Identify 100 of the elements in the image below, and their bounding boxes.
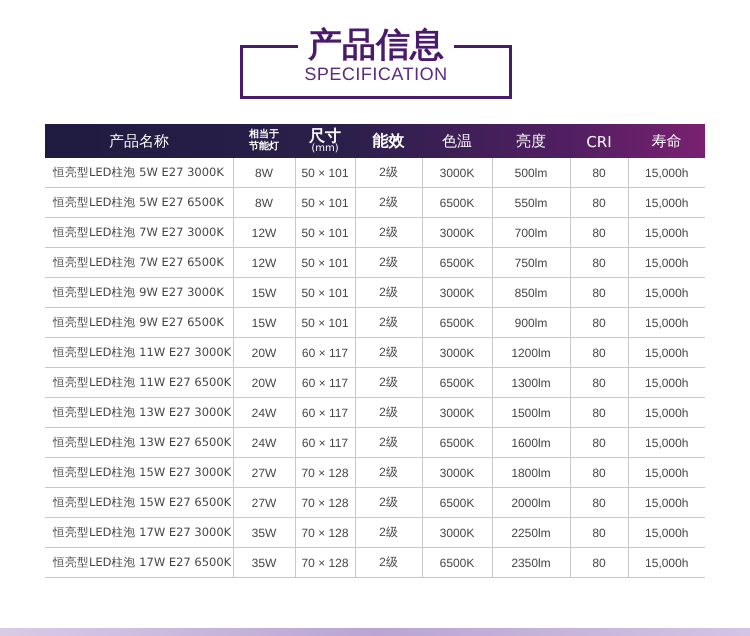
- unit-label: (mm): [311, 144, 339, 154]
- table-cell: 80: [592, 556, 606, 570]
- table-cell: 80: [592, 466, 606, 480]
- table-cell: 2级: [379, 345, 398, 359]
- table-cell: 27W: [252, 496, 276, 510]
- table-cell: 15,000h: [645, 256, 688, 270]
- table-cell: 15,000h: [645, 196, 688, 210]
- table-cell: 恒亮型LED柱泡 11W E27 3000K: [53, 345, 232, 359]
- table-cell: 恒亮型LED柱泡 9W E27 3000K: [53, 285, 224, 299]
- table-cell: 1500lm: [511, 406, 551, 420]
- table-cell: 6500K: [440, 436, 474, 450]
- table-cell: 6500K: [440, 196, 474, 210]
- table-cell: 2级: [379, 375, 398, 389]
- table-cell: 50 × 101: [301, 286, 349, 300]
- column-header: 相当于节能灯: [248, 129, 280, 153]
- table-cell: 15,000h: [645, 166, 688, 180]
- column-header: 能效: [372, 130, 404, 150]
- column-header: 色温: [442, 132, 472, 150]
- table-cell: 850lm: [514, 286, 548, 300]
- table-cell: 2级: [379, 555, 398, 569]
- table-cell: 2级: [379, 255, 398, 269]
- table-cell: 700lm: [514, 226, 548, 240]
- table-cell: 2级: [379, 435, 398, 449]
- table-cell: 8W: [255, 166, 273, 180]
- table-cell: 2350lm: [511, 556, 551, 570]
- table-cell: 80: [592, 526, 606, 540]
- table-cell: 恒亮型LED柱泡 7W E27 6500K: [53, 255, 224, 269]
- table-cell: 24W: [252, 406, 276, 420]
- table-cell: 80: [592, 196, 606, 210]
- table-cell: 恒亮型LED柱泡 5W E27 3000K: [53, 165, 224, 179]
- table-cell: 20W: [252, 376, 276, 390]
- table-cell: 6500K: [440, 316, 474, 330]
- table-cell: 2级: [379, 465, 398, 479]
- table-cell: 80: [592, 286, 606, 300]
- table-cell: 2级: [379, 165, 398, 179]
- table-cell: 50 × 101: [301, 226, 349, 240]
- table-cell: 15,000h: [645, 556, 688, 570]
- table-cell: 2级: [379, 285, 398, 299]
- table-cell: 2000lm: [511, 496, 551, 510]
- table-cell: 80: [592, 316, 606, 330]
- table-cell: 3000K: [440, 226, 474, 240]
- table-cell: 27W: [252, 466, 276, 480]
- table-cell: 2级: [379, 525, 398, 539]
- table-cell: 15W: [252, 316, 276, 330]
- table-cell: 15,000h: [645, 496, 688, 510]
- table-cell: 恒亮型LED柱泡 11W E27 6500K: [53, 375, 232, 389]
- table-cell: 35W: [252, 526, 276, 540]
- table-cell: 3000K: [440, 166, 474, 180]
- table-cell: 恒亮型LED柱泡 17W E27 6500K: [53, 555, 232, 569]
- table-cell: 3000K: [440, 346, 474, 360]
- table-cell: 80: [592, 496, 606, 510]
- table-cell: 15,000h: [645, 226, 688, 240]
- table-cell: 550lm: [514, 196, 548, 210]
- table-cell: 80: [592, 166, 606, 180]
- table-cell: 恒亮型LED柱泡 7W E27 3000K: [53, 225, 224, 239]
- table-cell: 恒亮型LED柱泡 17W E27 3000K: [53, 525, 232, 539]
- table-cell: 15,000h: [645, 376, 688, 390]
- table-cell: 1200lm: [511, 346, 551, 360]
- table-cell: 50 × 101: [301, 316, 349, 330]
- table-cell: 3000K: [440, 466, 474, 480]
- table-cell: 恒亮型LED柱泡 15W E27 3000K: [53, 465, 232, 479]
- table-cell: 恒亮型LED柱泡 9W E27 6500K: [53, 315, 224, 329]
- table-cell: 80: [592, 376, 606, 390]
- table-cell: 15W: [252, 286, 276, 300]
- table-cell: 2级: [379, 225, 398, 239]
- table-cell: 2250lm: [511, 526, 551, 540]
- table-cell: 500lm: [514, 166, 548, 180]
- table-cell: 15,000h: [645, 286, 688, 300]
- table-cell: 15,000h: [645, 346, 688, 360]
- table-cell: 80: [592, 256, 606, 270]
- table-cell: 恒亮型LED柱泡 13W E27 3000K: [53, 405, 232, 419]
- table-cell: 50 × 101: [301, 256, 349, 270]
- table-cell: 恒亮型LED柱泡 5W E27 6500K: [53, 195, 224, 209]
- table-cell: 15,000h: [645, 466, 688, 480]
- table-cell: 恒亮型LED柱泡 13W E27 6500K: [53, 435, 232, 449]
- table-cell: 12W: [252, 226, 276, 240]
- table-cell: 15,000h: [645, 526, 688, 540]
- table-cell: 50 × 101: [301, 196, 349, 210]
- column-header: 寿命: [652, 132, 682, 150]
- table-cell: 60 × 117: [302, 376, 348, 390]
- table-cell: 750lm: [514, 256, 548, 270]
- table-cell: 1600lm: [511, 436, 551, 450]
- table-cell: 20W: [252, 346, 276, 360]
- table-cell: 80: [592, 226, 606, 240]
- table-cell: 70 × 128: [301, 526, 349, 540]
- table-cell: 12W: [252, 256, 276, 270]
- table-cell: 3000K: [440, 526, 474, 540]
- table-cell: 6500K: [440, 376, 474, 390]
- table-cell: 2级: [379, 315, 398, 329]
- table-cell: 80: [592, 406, 606, 420]
- table-cell: 60 × 117: [302, 406, 348, 420]
- table-cell: 1300lm: [511, 376, 551, 390]
- table-cell: 8W: [255, 196, 273, 210]
- table-cell: 2级: [379, 405, 398, 419]
- table-cell: 60 × 117: [302, 436, 348, 450]
- table-cell: 3000K: [440, 406, 474, 420]
- column-header: 亮度: [516, 132, 546, 150]
- table-cell: 70 × 128: [301, 496, 349, 510]
- table-cell: 50 × 101: [301, 166, 349, 180]
- table-cell: 6500K: [440, 496, 474, 510]
